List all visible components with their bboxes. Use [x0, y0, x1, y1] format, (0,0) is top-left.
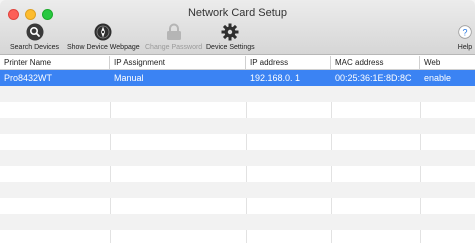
- change-password-button[interactable]: Change Password: [145, 22, 202, 54]
- app-window: Network Card Setup Search Devices Show D…: [0, 0, 475, 243]
- column-header-mac-address[interactable]: MAC address: [331, 56, 420, 70]
- window-title: Network Card Setup: [187, 7, 288, 19]
- question-icon: ?: [455, 22, 475, 42]
- svg-text:?: ?: [462, 27, 467, 37]
- lock-icon: [164, 22, 184, 42]
- column-header-printer-name[interactable]: Printer Name: [0, 56, 110, 70]
- help-label: Help: [457, 44, 473, 51]
- mac-address-cell: 00:25:36:1E:8D:8C: [335, 73, 412, 83]
- compass-icon: [93, 22, 113, 42]
- magnifier-icon: [25, 22, 45, 42]
- empty-row: [0, 214, 475, 230]
- column-header-web[interactable]: Web: [420, 56, 475, 70]
- empty-row: [0, 102, 475, 118]
- help-button[interactable]: ? Help: [455, 22, 475, 54]
- empty-row: [0, 134, 475, 150]
- table-row[interactable]: Pro8432WT Manual 192.168.0. 1 00:25:36:1…: [0, 70, 475, 86]
- show-device-webpage-button[interactable]: Show Device Webpage: [67, 22, 140, 54]
- empty-row: [0, 118, 475, 134]
- empty-row: [0, 230, 475, 243]
- ip-assignment-cell: Manual: [114, 73, 144, 83]
- device-settings-label: Device Settings: [206, 44, 255, 51]
- search-devices-label: Search Devices: [10, 44, 60, 51]
- empty-row: [0, 198, 475, 214]
- column-header-ip-assignment[interactable]: IP Assignment: [110, 56, 246, 70]
- empty-row: [0, 150, 475, 166]
- web-cell: enable: [424, 73, 452, 83]
- printer-table: Printer Name IP Assignment IP address MA…: [0, 56, 475, 243]
- ip-address-cell: 192.168.0. 1: [250, 73, 301, 83]
- show-device-webpage-label: Show Device Webpage: [67, 44, 140, 51]
- device-settings-button[interactable]: Device Settings: [206, 22, 255, 54]
- printer-name-cell: Pro8432WT: [4, 73, 53, 83]
- column-header-ip-address[interactable]: IP address: [246, 56, 331, 70]
- empty-row: [0, 166, 475, 182]
- title-bar: Network Card Setup Search Devices Show D…: [0, 0, 475, 55]
- empty-row: [0, 182, 475, 198]
- empty-row: [0, 86, 475, 102]
- search-devices-button[interactable]: Search Devices: [10, 22, 59, 54]
- change-password-label: Change Password: [145, 44, 203, 51]
- gear-icon: [220, 22, 240, 42]
- table-header: Printer Name IP Assignment IP address MA…: [0, 56, 475, 70]
